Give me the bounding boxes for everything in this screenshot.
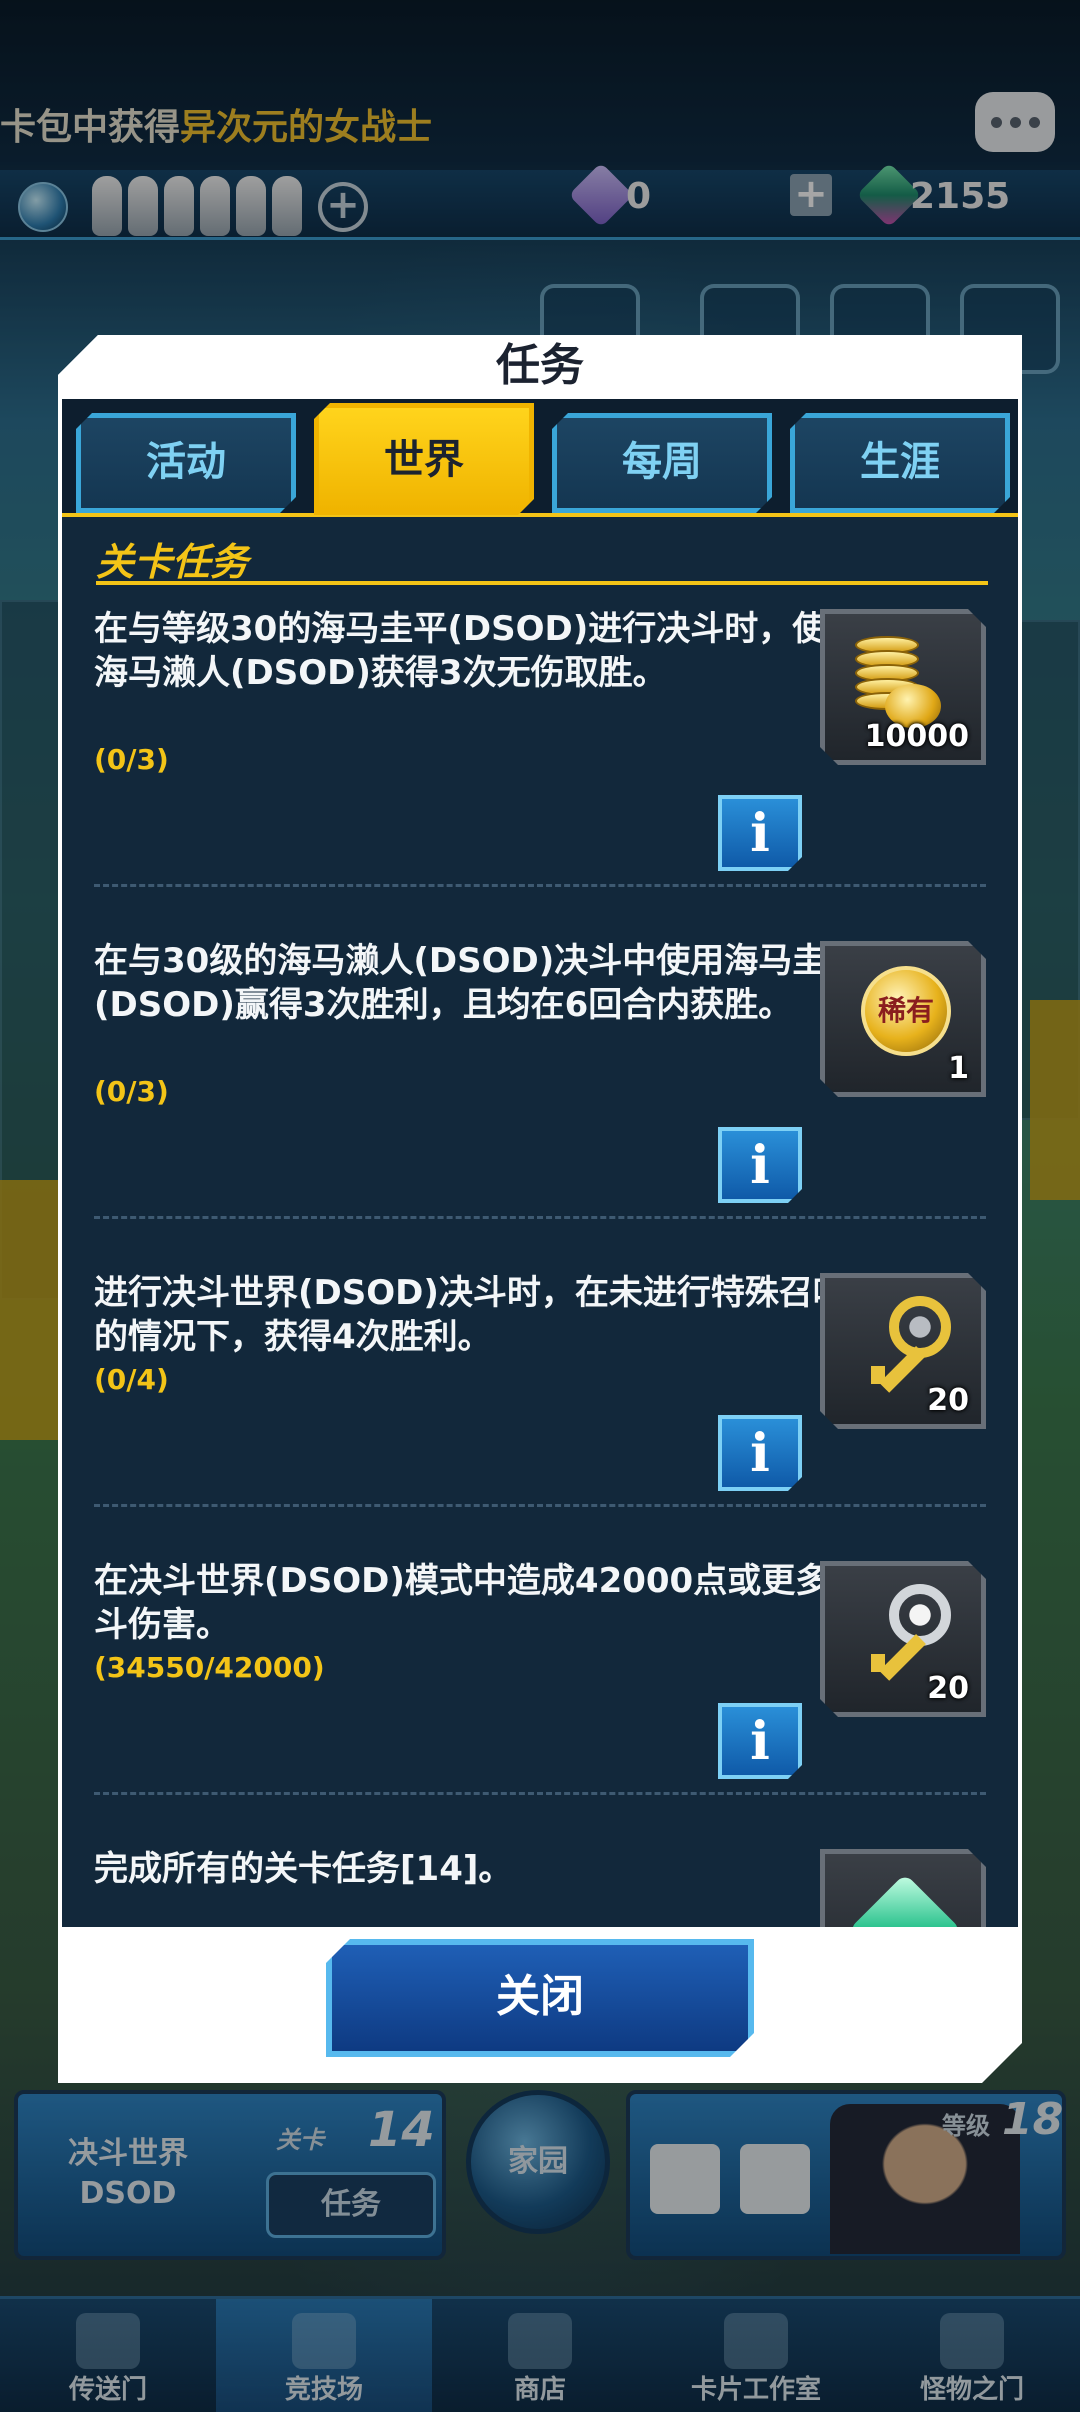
silver-key-icon [863,1584,953,1680]
mission-tabs: 活动 世界 每周 生涯 [62,399,1018,517]
mission-info-button[interactable]: i [718,1127,802,1203]
mission-reward [820,1849,986,1927]
mission-progress: (34550/42000) [94,1651,325,1684]
mission-description: 进行决斗世界(DSOD)决斗时，在未进行特殊召唤的情况下，获得4次胜利。 [94,1273,847,1357]
info-icon: i [750,802,770,864]
rare-medal-icon: 稀有 [861,966,951,1056]
mission-list[interactable]: 在与等级30的海马圭平(DSOD)进行决斗时，使用海马濑人(DSOD)获得3次无… [62,599,1018,1927]
mission-divider [94,1504,986,1507]
mission-reward: 稀有 1 [820,941,986,1097]
mission-info-button[interactable]: i [718,1415,802,1491]
gold-key-icon [863,1296,953,1392]
section-header: 关卡任务 [96,539,988,585]
info-icon: i [750,1710,770,1772]
mission-info-button[interactable]: i [718,795,802,871]
section-title: 关卡任务 [96,540,249,584]
mission-item: 在与30级的海马濑人(DSOD)决斗中使用海马圭平(DSOD)赢得3次胜利，且均… [62,931,1018,1219]
mission-divider [94,1216,986,1219]
mission-item: 在决斗世界(DSOD)模式中造成42000点或更多战斗伤害。 (34550/42… [62,1551,1018,1839]
mission-reward: 20 [820,1561,986,1717]
reward-count: 10000 [864,719,969,754]
dialog-title: 任务 [58,335,1022,397]
tab-career[interactable]: 生涯 [790,413,1010,513]
tab-world[interactable]: 世界 [314,403,534,515]
mission-progress: (0/4) [94,1363,169,1396]
mission-item: 进行决斗世界(DSOD)决斗时，在未进行特殊召唤的情况下，获得4次胜利。 (0/… [62,1263,1018,1551]
mission-progress: (0/3) [94,743,169,776]
close-button[interactable]: 关闭 [326,1939,754,2057]
dialog-body: 活动 世界 每周 生涯 关卡任务 在与等级30的海马圭平(DSOD)进行决斗时，… [62,399,1018,1927]
reward-count: 20 [927,1383,969,1418]
green-gem-icon [848,1873,961,1927]
mission-progress: (0/3) [94,1075,169,1108]
mission-description: 在与30级的海马濑人(DSOD)决斗中使用海马圭平(DSOD)赢得3次胜利，且均… [94,941,861,1025]
mission-info-button[interactable]: i [718,1703,802,1779]
info-icon: i [750,1422,770,1484]
info-icon: i [750,1134,770,1196]
mission-description: 完成所有的关卡任务[14]。 [94,1849,513,1889]
tab-event[interactable]: 活动 [76,413,296,513]
reward-count: 1 [948,1051,969,1086]
mission-description: 在决斗世界(DSOD)模式中造成42000点或更多战斗伤害。 [94,1561,864,1645]
mission-reward: 20 [820,1273,986,1429]
reward-count: 20 [927,1671,969,1706]
mission-reward: 10000 [820,609,986,765]
tab-weekly[interactable]: 每周 [552,413,772,513]
mission-divider [94,884,986,887]
mission-item: 完成所有的关卡任务[14]。 [62,1839,1018,1927]
mission-description: 在与等级30的海马圭平(DSOD)进行决斗时，使用海马濑人(DSOD)获得3次无… [94,609,861,693]
missions-dialog: 任务 活动 世界 每周 生涯 关卡任务 在与等级30的海马圭平(DSOD)进行决… [58,335,1022,2083]
mission-divider [94,1792,986,1795]
mission-item: 在与等级30的海马圭平(DSOD)进行决斗时，使用海马濑人(DSOD)获得3次无… [62,599,1018,887]
